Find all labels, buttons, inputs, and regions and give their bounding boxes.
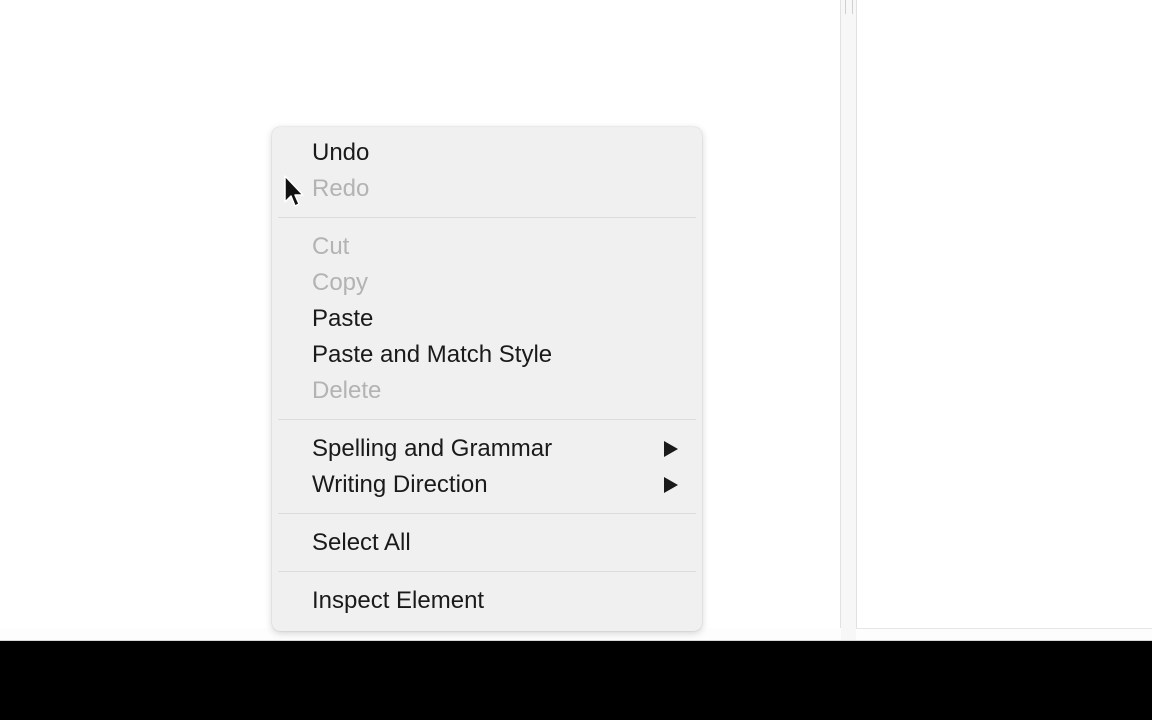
menu-item-paste-and-match-style[interactable]: Paste and Match Style <box>272 337 702 373</box>
menu-item-label: Delete <box>312 377 382 404</box>
menu-item-label: Paste <box>312 305 374 332</box>
menu-item-select-all[interactable]: Select All <box>272 525 702 561</box>
triangle-right-icon <box>664 441 678 457</box>
menu-item-label: Spelling and Grammar <box>312 435 553 462</box>
menu-item-label: Paste and Match Style <box>312 341 553 368</box>
menu-item-delete: Delete <box>272 373 702 409</box>
menu-item-writing-direction[interactable]: Writing Direction <box>272 467 702 503</box>
pane-divider[interactable] <box>841 0 856 640</box>
menu-item-label: Inspect Element <box>312 587 485 614</box>
menu-item-paste[interactable]: Paste <box>272 301 702 337</box>
triangle-right-icon <box>664 477 678 493</box>
menu-item-label: Redo <box>312 175 370 202</box>
menu-item-label: Undo <box>312 139 370 166</box>
menu-item-label: Cut <box>312 233 350 260</box>
context-menu: Undo Redo Cut Copy Paste Paste and Match… <box>272 127 702 631</box>
menu-item-spelling-and-grammar[interactable]: Spelling and Grammar <box>272 431 702 467</box>
menu-item-inspect-element[interactable]: Inspect Element <box>272 583 702 619</box>
menu-item-copy: Copy <box>272 265 702 301</box>
menu-item-label: Copy <box>312 269 369 296</box>
side-pane <box>856 0 1152 629</box>
menu-item-label: Select All <box>312 529 411 556</box>
letterbox-bar <box>0 641 1152 720</box>
menu-separator <box>278 571 696 572</box>
menu-item-redo: Redo <box>272 171 702 207</box>
menu-item-undo[interactable]: Undo <box>272 135 702 171</box>
menu-separator <box>278 513 696 514</box>
arrow-cursor-icon <box>284 175 304 207</box>
menu-separator <box>278 217 696 218</box>
menu-item-cut: Cut <box>272 229 702 265</box>
menu-separator <box>278 419 696 420</box>
resize-handle[interactable] <box>845 0 853 14</box>
menu-item-label: Writing Direction <box>312 471 488 498</box>
